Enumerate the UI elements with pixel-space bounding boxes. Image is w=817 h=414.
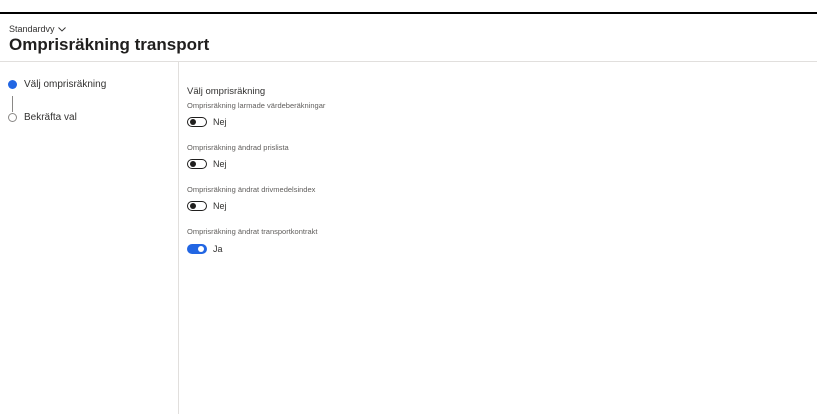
chevron-down-icon	[57, 26, 66, 32]
view-selector-label: Standardvy	[9, 24, 55, 34]
section-title: Välj omprisräkning	[187, 86, 266, 97]
step-label: Bekräfta val	[24, 112, 77, 123]
step-inactive-indicator-icon	[8, 113, 17, 122]
page-title: Omprisräkning transport	[9, 35, 210, 54]
toggle-row-andrat-drivmedelsindex: Nej	[187, 201, 227, 211]
toggle-value: Ja	[213, 244, 223, 254]
step-label: Välj omprisräkning	[24, 79, 107, 90]
step-active-indicator-icon	[8, 80, 17, 89]
step-navigation: Välj omprisräkning Bekräfta val	[0, 62, 179, 414]
page-header: Standardvy Omprisräkning transport	[0, 14, 817, 62]
toggle-andrat-drivmedelsindex[interactable]	[187, 201, 207, 211]
toggle-row-larmade-vardeberakningar: Nej	[187, 117, 227, 127]
step-bekrafta-val[interactable]: Bekräfta val	[8, 112, 77, 123]
main-content: Välj omprisräkning Omprisräkning larmade…	[187, 62, 807, 414]
toggle-value: Nej	[213, 117, 227, 127]
step-valj-omprisrakning[interactable]: Välj omprisräkning	[8, 79, 106, 90]
top-bar	[0, 0, 817, 14]
field-label-larmade-vardeberakningar: Omprisräkning larmade värdeberäkningar	[187, 101, 326, 110]
toggle-value: Nej	[213, 201, 227, 211]
view-selector[interactable]: Standardvy	[9, 24, 66, 34]
toggle-larmade-vardeberakningar[interactable]	[187, 117, 207, 127]
field-label-andrad-prislista: Omprisräkning ändrad prislista	[187, 143, 289, 152]
toggle-andrat-transportkontrakt[interactable]	[187, 244, 207, 254]
field-label-andrat-drivmedelsindex: Omprisräkning ändrat drivmedelsindex	[187, 185, 316, 194]
field-label-andrat-transportkontrakt: Omprisräkning ändrat transportkontrakt	[187, 227, 318, 236]
step-connector	[12, 96, 13, 112]
toggle-andrad-prislista[interactable]	[187, 159, 207, 169]
toggle-row-andrat-transportkontrakt: Ja	[187, 244, 223, 254]
toggle-value: Nej	[213, 159, 227, 169]
toggle-row-andrad-prislista: Nej	[187, 159, 227, 169]
